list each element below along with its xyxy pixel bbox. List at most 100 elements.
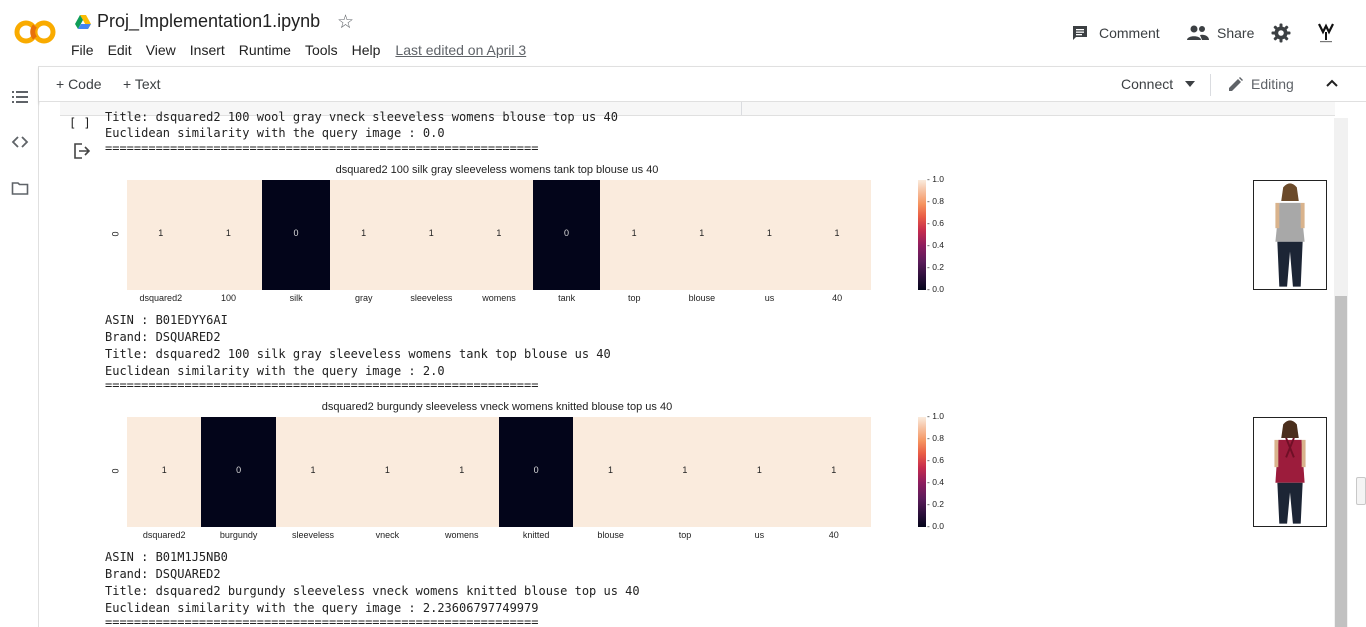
heatmap-cell: 1 (803, 180, 871, 290)
chevron-up-icon[interactable] (1326, 79, 1338, 87)
heatmap-cell-value: 1 (831, 465, 837, 475)
colorbar-tick-label: - 0.0 (927, 521, 945, 531)
menu-view[interactable]: View (146, 42, 176, 58)
scrollbar-thumb[interactable] (1335, 296, 1347, 627)
heatmap-x-tick-label: us (754, 530, 765, 540)
asin-line: ASIN : B01M1J5NB0 (105, 550, 228, 564)
colab-logo-icon[interactable] (14, 18, 56, 46)
heatmap-cell: 0 (498, 417, 574, 527)
heatmap-cell: 1 (668, 180, 736, 290)
heatmap-x-tick-label: blouse (688, 293, 716, 303)
asin-line: ASIN : B01EDYY6AI (105, 313, 228, 327)
cell-divider (741, 102, 742, 115)
folder-icon[interactable] (11, 179, 29, 197)
heatmap-x-tick-label: top (628, 293, 641, 303)
heatmap-cell: 1 (424, 417, 499, 527)
menu-edit[interactable]: Edit (108, 42, 132, 58)
heatmap-cell-value: 1 (682, 465, 688, 475)
heatmap-cell-value: 1 (496, 228, 502, 238)
heatmap-cell: 0 (532, 180, 601, 290)
heatmap-cell: 1 (796, 417, 871, 527)
gear-icon[interactable] (1271, 23, 1291, 43)
heatmap-cell: 1 (275, 417, 351, 527)
heatmap-figure: dsquared2 100 silk gray sleeveless women… (110, 164, 1327, 303)
heatmap-cell: 1 (573, 417, 648, 527)
heatmap-x-tick-label: blouse (597, 530, 624, 540)
output-line: Euclidean similarity with the query imag… (105, 126, 445, 140)
menu-runtime[interactable]: Runtime (239, 42, 291, 58)
heatmap-grid: 1 0 1 1 1 0 1 1 1 1 (127, 417, 871, 527)
heatmap-x-tick-label: silk (289, 293, 303, 303)
menu-insert[interactable]: Insert (190, 42, 225, 58)
heatmap-cell: 1 (127, 180, 195, 290)
colorbar-tick-label: - 0.8 (927, 196, 945, 206)
heatmap-cell: 1 (194, 180, 263, 290)
gray-sleeveless-tank-top-photo (1253, 180, 1327, 290)
heatmap-cell-value: 1 (459, 465, 465, 475)
notebook-title[interactable]: Proj_Implementation1.ipynb (97, 11, 320, 32)
heatmap-x-tick-label: us (764, 293, 775, 303)
run-cell-button[interactable]: [ ] (69, 116, 91, 130)
heatmap-cell-value: 1 (225, 228, 231, 238)
menu-help[interactable]: Help (352, 42, 381, 58)
account-avatar[interactable] (1313, 20, 1339, 46)
comment-label: Comment (1099, 25, 1160, 41)
heatmap-cell: 1 (350, 417, 425, 527)
heatmap-cell-value: 1 (834, 228, 840, 238)
menu-tools[interactable]: Tools (305, 42, 338, 58)
separator-line: ========================================… (105, 615, 539, 627)
last-edited-link[interactable]: Last edited on April 3 (395, 42, 526, 58)
colorbar-tick-label: - 0.8 (927, 433, 945, 443)
heatmap-cell-value: 1 (310, 465, 316, 475)
pencil-icon (1229, 77, 1243, 91)
share-button[interactable]: Share (1187, 24, 1254, 42)
star-icon[interactable]: ☆ (337, 11, 354, 34)
heatmap-cell: 1 (735, 180, 804, 290)
heatmap-x-tick-label: top (678, 530, 692, 540)
comment-button[interactable]: Comment (1071, 24, 1160, 42)
output-scrollbar[interactable] (1334, 118, 1348, 627)
heatmap-cell: 1 (465, 180, 533, 290)
colorbar-tick-label: - 0.2 (927, 499, 945, 509)
heatmap-cell: 1 (329, 180, 398, 290)
heatmap-cell-value: 1 (384, 465, 390, 475)
separator-line: ========================================… (105, 378, 539, 392)
table-of-contents-icon[interactable] (11, 88, 29, 106)
heatmap-cell: 1 (722, 417, 797, 527)
similarity-line: Euclidean similarity with the query imag… (105, 364, 445, 378)
heatmap-y-tick: 0 (110, 468, 121, 474)
heatmap-figure: dsquared2 burgundy sleeveless vneck wome… (110, 401, 1327, 540)
colorbar-tick-label: - 0.4 (927, 240, 945, 250)
menu-bar: File Edit View Insert Runtime Tools Help… (71, 42, 540, 58)
add-text-button[interactable]: + Text (123, 76, 161, 92)
heatmap-x-tick-label: 40 (832, 293, 843, 303)
editing-mode-button[interactable]: Editing (1228, 76, 1294, 92)
heatmap-cell-value: 1 (161, 465, 167, 475)
colorbar-tick-label: - 0.0 (927, 284, 945, 294)
colorbar-tick-label: - 0.2 (927, 262, 945, 272)
menu-file[interactable]: File (71, 42, 94, 58)
heatmap-cell-value: 1 (158, 228, 164, 238)
comment-icon (1073, 26, 1087, 40)
add-code-button[interactable]: + Code (56, 76, 102, 92)
heatmap-cell: 1 (127, 417, 202, 527)
colorbar-tick-label: - 1.0 (927, 411, 945, 421)
heatmap-grid: 1 1 0 1 1 1 0 1 1 1 1 (127, 180, 871, 290)
brand-line: Brand: DSQUARED2 (105, 330, 221, 344)
notebook-content: [ ] Title: dsquared2 100 wool gray vneck… (40, 102, 1366, 627)
google-drive-icon[interactable] (75, 14, 91, 30)
title-line: Title: dsquared2 100 silk gray sleeveles… (105, 347, 611, 361)
output-actions-icon[interactable] (73, 143, 91, 159)
heatmap-cell-value: 0 (564, 228, 570, 238)
left-sidebar (0, 66, 39, 627)
separator-line: ========================================… (105, 141, 539, 155)
brand-line: Brand: DSQUARED2 (105, 567, 221, 581)
heatmap-cell-value: 0 (236, 465, 242, 475)
colorbar-tick-label: - 0.4 (927, 477, 945, 487)
page-scroll-handle[interactable] (1356, 477, 1366, 505)
heatmap-cell: 1 (600, 180, 668, 290)
connect-button[interactable]: Connect (1121, 76, 1196, 92)
heatmap-x-tick-label: tank (558, 293, 576, 303)
code-snippets-icon[interactable] (11, 133, 29, 151)
heatmap-cell-value: 1 (428, 228, 434, 238)
